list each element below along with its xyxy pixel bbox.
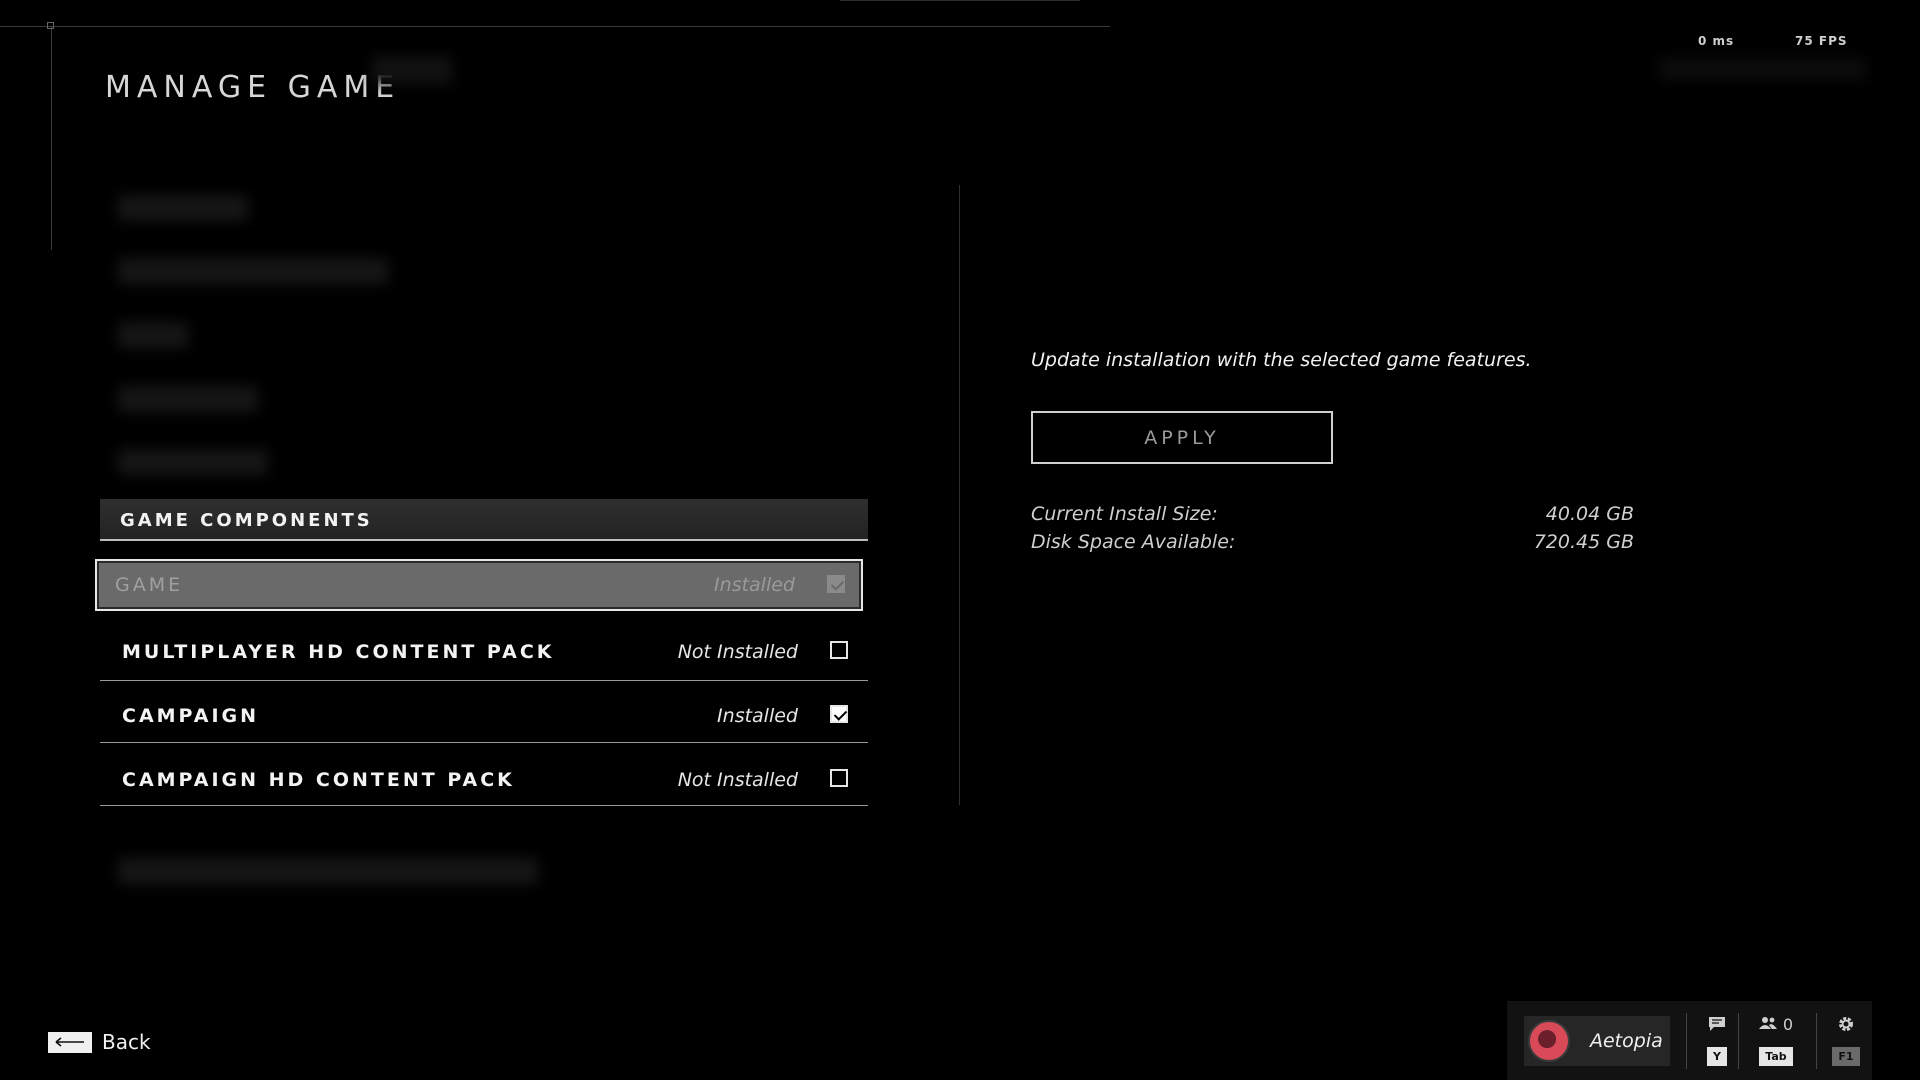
- component-row-multiplayer-hd[interactable]: MULTIPLAYER HD CONTENT PACK Not Installe…: [100, 623, 868, 681]
- blurred-menu-item: [118, 386, 258, 412]
- blurred-menu-item: [118, 195, 248, 221]
- apply-button[interactable]: APPLY: [1031, 411, 1333, 464]
- component-status: Not Installed: [677, 769, 798, 791]
- component-name: CAMPAIGN: [122, 705, 260, 727]
- settings-key-hint: F1: [1832, 1047, 1860, 1066]
- friends-key-hint: Tab: [1759, 1047, 1793, 1066]
- people-icon: [1758, 1015, 1777, 1034]
- friends: 0: [1758, 1013, 1794, 1035]
- panel-divider: [959, 185, 960, 805]
- component-row-game[interactable]: GAME Installed: [95, 559, 863, 611]
- frame-left-line: [51, 26, 52, 250]
- component-status: Installed: [714, 574, 795, 596]
- social-bar: Aetopia Y 0 Tab F1: [1507, 1001, 1872, 1080]
- blurred-menu-item: [118, 449, 268, 475]
- component-checkbox[interactable]: [830, 769, 848, 787]
- frame-corner: [47, 22, 54, 29]
- component-status: Installed: [717, 705, 798, 727]
- profile-button[interactable]: Aetopia: [1524, 1016, 1670, 1066]
- blurred-menu-item: [118, 258, 388, 284]
- component-row-campaign[interactable]: CAMPAIGN Installed: [100, 685, 868, 743]
- blurred-menu-item: [118, 858, 538, 884]
- disk-space-value: 720.45 GB: [1533, 531, 1634, 553]
- section-header-label: GAME COMPONENTS: [120, 510, 373, 531]
- apply-description: Update installation with the selected ga…: [1031, 349, 1532, 371]
- component-checkbox[interactable]: [830, 705, 848, 723]
- back-label: Back: [102, 1030, 151, 1054]
- latency-readout: 0 ms: [1698, 34, 1735, 48]
- back-button[interactable]: Back: [48, 1030, 151, 1054]
- install-size-value: 40.04 GB: [1545, 503, 1634, 525]
- component-checkbox[interactable]: [830, 641, 848, 659]
- gear-icon: [1837, 1013, 1855, 1035]
- chat-icon: [1708, 1013, 1726, 1035]
- friends-count: 0: [1782, 1014, 1794, 1034]
- fps-readout: 75 FPS: [1795, 34, 1848, 48]
- component-name: MULTIPLAYER HD CONTENT PACK: [122, 641, 555, 663]
- divider: [1816, 1013, 1817, 1069]
- component-row-campaign-hd[interactable]: CAMPAIGN HD CONTENT PACK Not Installed: [100, 748, 868, 806]
- frame-top-accent: [840, 0, 1080, 1]
- blurred-title-hint: [372, 56, 452, 84]
- profile-name: Aetopia: [1590, 1030, 1663, 1052]
- arrow-left-icon: [48, 1031, 92, 1053]
- install-size-label: Current Install Size:: [1031, 503, 1218, 525]
- chat-key-hint: Y: [1707, 1047, 1727, 1066]
- component-name: GAME: [115, 574, 184, 596]
- avatar: [1528, 1020, 1570, 1062]
- blurred-menu-item: [118, 322, 188, 348]
- divider: [1686, 1013, 1687, 1069]
- blurred-header-hint: [1660, 58, 1865, 80]
- frame-top-line: [0, 26, 1110, 27]
- page-title: MANAGE GAME: [105, 70, 401, 106]
- component-name: CAMPAIGN HD CONTENT PACK: [122, 769, 515, 791]
- friends-button[interactable]: 0 Tab: [1753, 1013, 1799, 1066]
- component-checkbox[interactable]: [827, 575, 845, 593]
- component-status: Not Installed: [677, 641, 798, 663]
- section-header: GAME COMPONENTS: [100, 499, 868, 541]
- settings-button[interactable]: F1: [1832, 1013, 1860, 1066]
- chat-button[interactable]: Y: [1702, 1013, 1732, 1066]
- disk-space-label: Disk Space Available:: [1031, 531, 1236, 553]
- divider: [1738, 1013, 1739, 1069]
